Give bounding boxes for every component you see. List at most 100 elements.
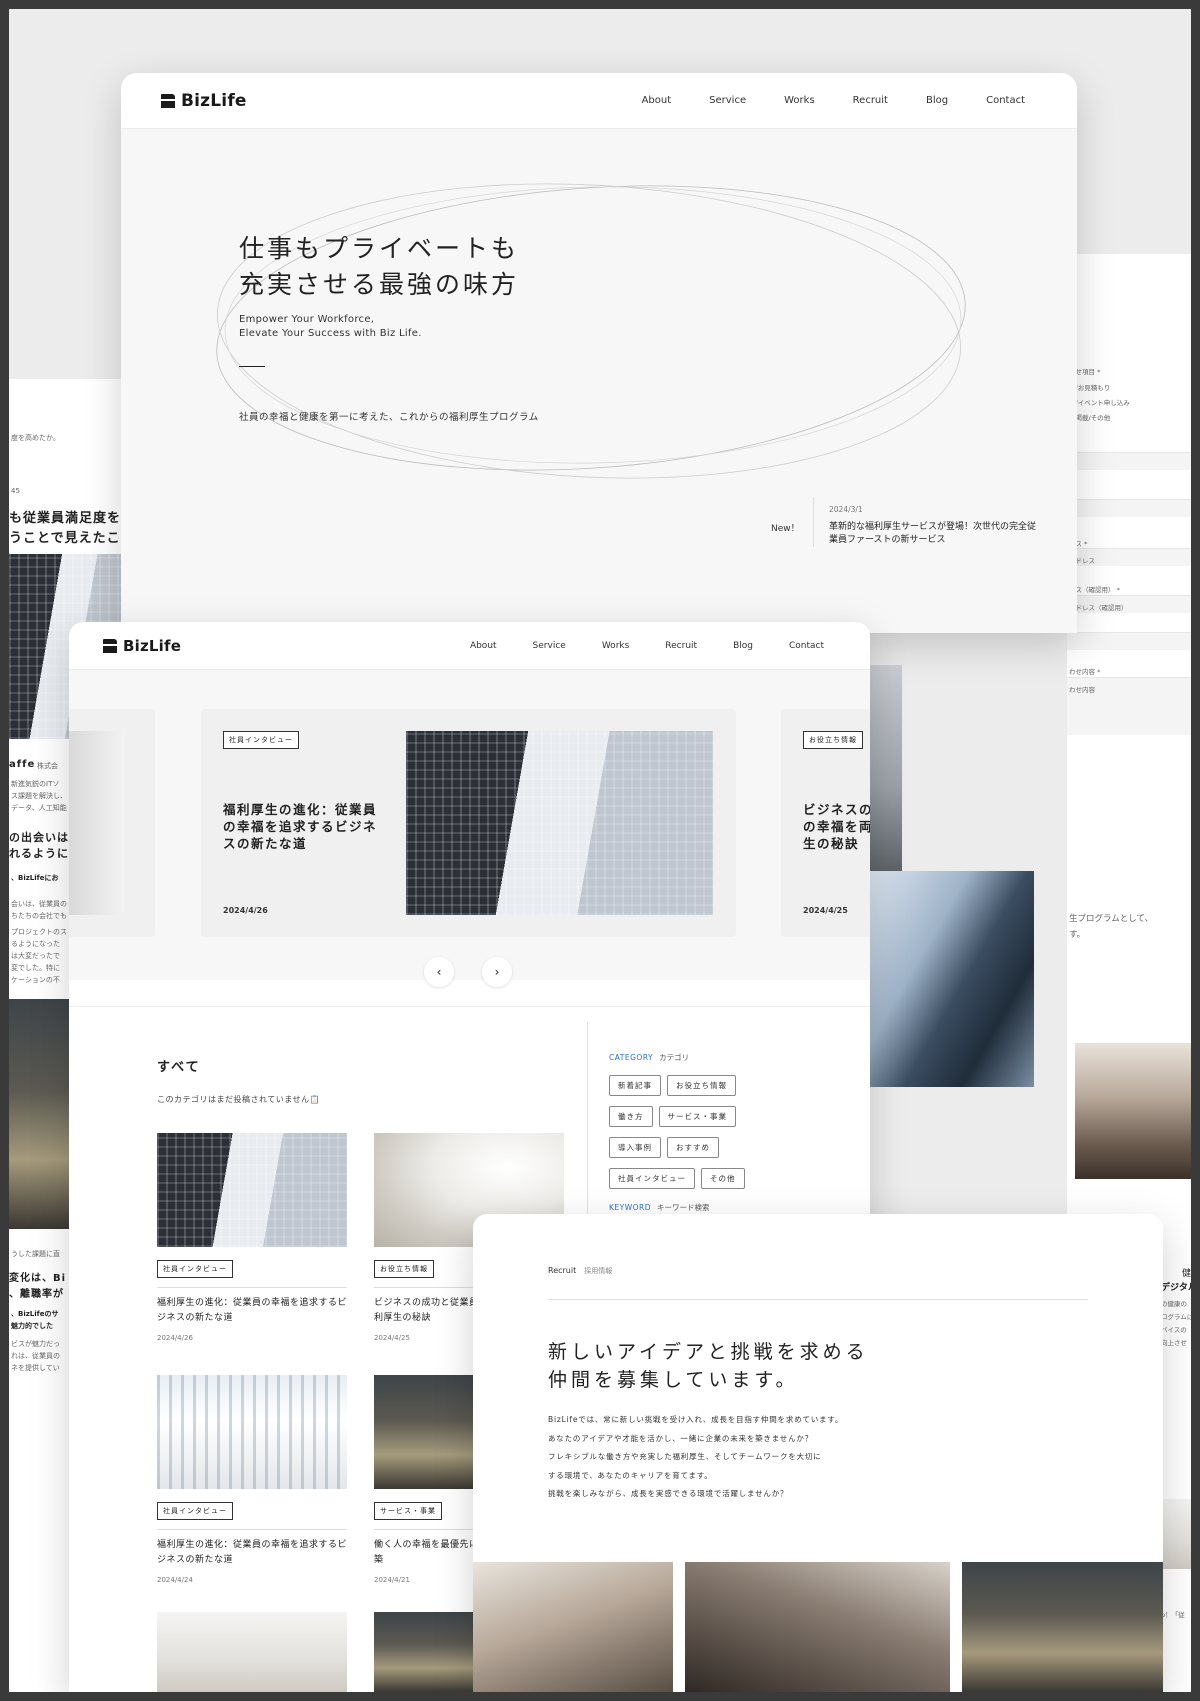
category-tag[interactable]: 働き方 [609, 1106, 653, 1127]
service-para-3: バイスの [1161, 1326, 1187, 1334]
news-new-label: New！ [771, 524, 800, 534]
contact-option-2[interactable]: ー/イベント申し込み [1069, 397, 1130, 407]
slide-main[interactable]: 社員インタビュー 福利厚生の進化：従業員の幸福を追求するビジネスの新たな道 20… [201, 709, 736, 937]
article-foot-5: 魅力的でした [11, 1322, 53, 1330]
category-tag[interactable]: 導入事例 [609, 1137, 661, 1158]
article-para-1: 新進気鋭のITソ [11, 780, 60, 788]
category-tag[interactable]: お役立ち情報 [667, 1075, 736, 1096]
post-card-tag[interactable]: お役立ち情報 [374, 1260, 434, 1278]
slide-prev[interactable] [69, 709, 155, 937]
slide-next-tag[interactable]: お役立ち情報 [803, 731, 863, 749]
recruit-body-line1: BizLifeでは、常に新しい挑戦を受け入れ、成長を目指す仲間を求めています。 [548, 1415, 844, 1424]
news-date: 2024/3/1 [829, 505, 863, 514]
empty-category-note: このカテゴリはまだ投稿されていません📋 [157, 1095, 320, 1104]
article-caption: affe [9, 759, 36, 770]
article-para2-4: るようになった [11, 940, 60, 948]
blog-nav: About Service Works Recruit Blog Contact [434, 641, 824, 651]
service-para-1: の健康の [1161, 1300, 1187, 1308]
article-para2-7: ケーションの不 [11, 976, 60, 984]
article-para2-6: 変でした。特に [11, 964, 60, 972]
logo-mark-icon [103, 638, 117, 653]
post-card-image [157, 1133, 347, 1247]
category-tag[interactable]: 新着記事 [609, 1075, 661, 1096]
contact-placeholder-4: アドレス（確認用） [1069, 604, 1128, 612]
category-tag[interactable]: サービス・事業 [658, 1106, 736, 1127]
article-para-3: データ、人工知能 [11, 804, 67, 812]
recruit-photo-office [962, 1562, 1163, 1692]
featured-slider: 社員インタビュー 福利厚生の進化：従業員の幸福を追求するビジネスの新たな道 20… [69, 670, 870, 987]
category-tag[interactable]: 社員インタビュー [609, 1168, 695, 1189]
article-subheading-2: れるように [9, 847, 69, 860]
nav-works[interactable]: Works [602, 641, 629, 651]
chevron-right-icon: › [494, 965, 500, 979]
recruit-body-line5: 挑戦を楽しみながら、成長を実感できる環境で活躍しませんか？ [548, 1489, 789, 1498]
recruit-body-line3: フレキシブルな働き方や充実した福利厚生、そしてチームワークを大切に [548, 1452, 822, 1461]
service-text-1: 生プログラムとして、 [1069, 914, 1154, 924]
nav-recruit[interactable]: Recruit [665, 641, 697, 651]
news-headline-link[interactable]: 革新的な福利厚生サービスが登場！次世代の完全従業員ファーストの新サービス [829, 521, 1044, 547]
article-caption-sub: 株式会 [37, 762, 58, 770]
article-para-2: ス課題を解決し、 [11, 792, 67, 800]
contact-field-5[interactable] [1067, 632, 1191, 650]
service-text-2: す。 [1069, 930, 1086, 940]
category-heading-en: CATEGORY [609, 1053, 654, 1062]
hero-oval-lines [216, 183, 966, 479]
post-card-tag[interactable]: サービス・事業 [374, 1502, 442, 1520]
hero-description: 社員の幸福と健康を第一に考えた、これからの福利厚生プログラム [239, 412, 539, 423]
photo-cafe-meeting [1075, 1043, 1191, 1179]
hero-title: 仕事もプライベートも 充実させる最強の味方 [239, 231, 519, 303]
category-tag[interactable]: おすすめ [667, 1137, 719, 1158]
article-foot-1: うした課題に直 [11, 1250, 60, 1258]
slider-prev-button[interactable]: ‹ [424, 957, 454, 987]
nav-blog[interactable]: Blog [733, 641, 753, 651]
post-card[interactable]: 社員インタビュー 福利厚生の進化：従業員の幸福を追求するビジネスの新たな道 20… [157, 1375, 347, 1584]
service-para-2: ログラムに [1161, 1313, 1191, 1321]
photo-glass-towers [868, 871, 1034, 1087]
post-card[interactable]: 社員インタビュー 福利厚生の進化：従業員の幸福を追求するビジネスの新たな道 20… [157, 1133, 347, 1342]
slider-next-button[interactable]: › [482, 957, 512, 987]
contact-field-2[interactable] [1067, 499, 1191, 517]
post-card-tag[interactable]: 社員インタビュー [157, 1260, 233, 1278]
hero-title-line1: 仕事もプライベートも [239, 234, 520, 263]
chevron-left-icon: ‹ [436, 965, 442, 979]
recruit-label-en: Recruit [548, 1266, 577, 1275]
post-card-image-laptop [157, 1612, 347, 1692]
slide-next-title[interactable]: ビジネスの成功と従業員の幸福を両立する福利厚生の秘訣 [803, 801, 870, 852]
article-heading-2: うことで見えたこ [9, 531, 121, 546]
category-heading: CATEGORY カテゴリ [609, 1052, 689, 1063]
hero-title-line2: 充実させる最強の味方 [239, 270, 520, 299]
recruit-photo-team [473, 1562, 673, 1692]
hero-sub-line2: Elevate Your Success with Biz Life. [239, 328, 422, 339]
keyword-heading: KEYWORD キーワード検索 [609, 1202, 710, 1213]
nav-contact[interactable]: Contact [789, 641, 824, 651]
showcase-canvas: 度を高めたか。 45 も従業員満足度を うことで見えたこ affe 株式会 新進… [9, 9, 1191, 1692]
slide-main-tag[interactable]: 社員インタビュー [223, 731, 299, 749]
brand-logo[interactable]: BizLife [103, 637, 181, 655]
category-list: 新着記事 お役立ち情報 働き方 サービス・事業 導入事例 おすすめ 社員インタビューそ… [609, 1073, 769, 1197]
recruit-label: Recruit 採用情報 [548, 1266, 612, 1276]
keyword-heading-ja: キーワード検索 [657, 1203, 710, 1212]
post-card-tag[interactable]: 社員インタビュー [157, 1502, 233, 1520]
post-card-title[interactable]: 福利厚生の進化：従業員の幸福を追求するビジネスの新たな道 [157, 1538, 347, 1568]
slide-next[interactable]: お役立ち情報 ビジネスの成功と従業員の幸福を両立する福利厚生の秘訣 2024/4… [781, 709, 870, 937]
brand-name: BizLife [123, 636, 182, 655]
post-card-rule [157, 1529, 347, 1530]
article-para2-3: プロジェクトのス [11, 928, 67, 936]
article-snippet: 度を高めたか。 [11, 434, 60, 442]
post-card-date: 2024/4/24 [157, 1576, 193, 1584]
recruit-title-line1: 新しいアイデアと挑戦を求める [548, 1341, 869, 1363]
service-foot: p！「従 [1161, 1611, 1185, 1619]
slide-main-title[interactable]: 福利厚生の進化：従業員の幸福を追求するビジネスの新たな道 [223, 801, 383, 852]
article-foot-4: 、BizLifeのサ [11, 1310, 59, 1318]
contact-placeholder-5: わせ内容 [1069, 686, 1095, 694]
contact-field-1[interactable] [1067, 452, 1191, 470]
section-title: すべて [157, 1060, 201, 1075]
hero-divider [239, 366, 265, 367]
nav-about[interactable]: About [470, 641, 497, 651]
article-subheading-1: の出会いは [9, 831, 69, 844]
slide-next-date: 2024/4/25 [803, 906, 848, 915]
post-card-title[interactable]: 福利厚生の進化：従業員の幸福を追求するビジネスの新たな道 [157, 1296, 347, 1326]
nav-service[interactable]: Service [533, 641, 566, 651]
category-tag[interactable]: その他 [701, 1168, 745, 1189]
article-foot-3: 、離職率が [9, 1289, 64, 1300]
